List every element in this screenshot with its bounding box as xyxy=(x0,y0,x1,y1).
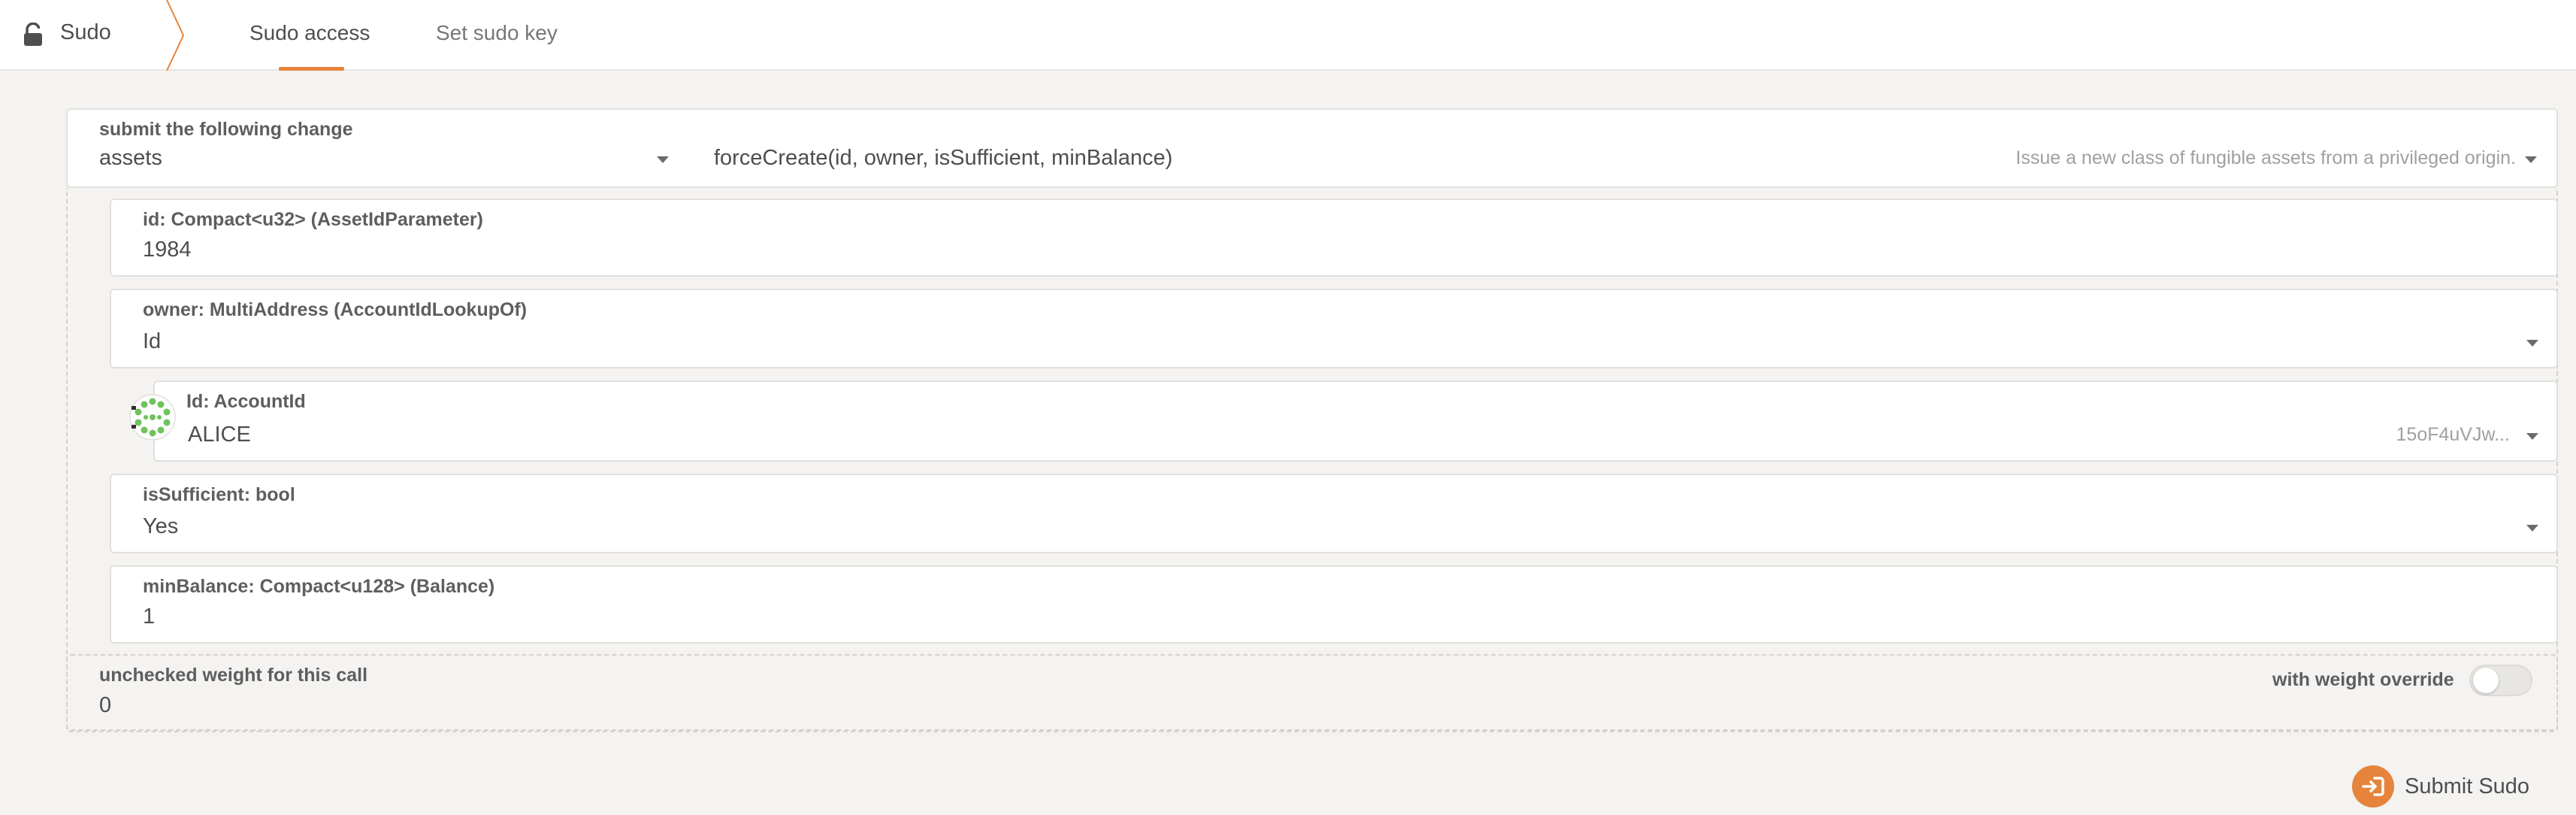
param-is-sufficient[interactable]: isSufficient: bool Yes xyxy=(110,474,2558,553)
param-owner[interactable]: owner: MultiAddress (AccountIdLookupOf) … xyxy=(110,289,2558,368)
submit-sudo-label: Submit Sudo xyxy=(2405,774,2530,798)
weight-value: 0 xyxy=(99,693,112,717)
param-min-balance-input[interactable]: 1 xyxy=(143,604,155,629)
chevron-down-icon xyxy=(657,156,669,163)
toggle-knob xyxy=(2473,668,2499,693)
sign-in-icon xyxy=(2352,765,2394,807)
chevron-down-icon xyxy=(2526,433,2538,440)
param-account-value: ALICE xyxy=(188,423,251,447)
brand: Sudo xyxy=(0,0,180,71)
param-id[interactable]: id: Compact<u32> (AssetIdParameter) 1984 xyxy=(110,198,2558,277)
tab-set-sudo-key[interactable]: Set sudo key xyxy=(436,21,558,45)
param-owner-label: owner: MultiAddress (AccountIdLookupOf) xyxy=(143,299,528,320)
brand-label: Sudo xyxy=(60,20,111,44)
param-is-sufficient-value: Yes xyxy=(143,514,179,538)
param-min-balance-label: minBalance: Compact<u128> (Balance) xyxy=(143,576,495,597)
method-dropdown[interactable]: forceCreate(id, owner, isSufficient, min… xyxy=(714,110,2556,186)
weight-override-label: with weight override xyxy=(2272,669,2454,690)
method-value: forceCreate(id, owner, isSufficient, min… xyxy=(714,146,1173,170)
method-description: Issue a new class of fungible assets fro… xyxy=(2015,147,2516,168)
tab-sudo-access[interactable]: Sudo access xyxy=(249,21,370,45)
weight-override-toggle[interactable] xyxy=(2469,665,2532,696)
call-selector: submit the following change assets force… xyxy=(66,108,2558,188)
param-is-sufficient-label: isSufficient: bool xyxy=(143,484,295,505)
param-min-balance[interactable]: minBalance: Compact<u128> (Balance) 1 xyxy=(110,565,2558,644)
param-account[interactable]: Id: AccountId ALICE 15oF4uVJw... xyxy=(153,380,2558,462)
breadcrumb-separator-icon xyxy=(166,0,185,71)
param-account-label: Id: AccountId xyxy=(186,391,306,412)
chevron-down-icon xyxy=(2526,525,2538,532)
pallet-value: assets xyxy=(99,146,162,170)
active-tab-indicator xyxy=(279,67,344,71)
lock-icon xyxy=(24,23,42,46)
param-id-input[interactable]: 1984 xyxy=(143,238,192,262)
param-id-label: id: Compact<u32> (AssetIdParameter) xyxy=(143,209,483,230)
param-owner-value: Id xyxy=(143,329,162,353)
account-identicon-icon xyxy=(129,394,176,441)
account-address: 15oF4uVJw... xyxy=(2396,424,2510,445)
pallet-dropdown[interactable]: assets xyxy=(68,110,676,186)
submit-sudo-button[interactable]: Submit Sudo xyxy=(2352,765,2540,807)
chevron-down-icon xyxy=(2525,156,2537,163)
weight-section: unchecked weight for this call 0 with we… xyxy=(66,654,2558,732)
weight-label: unchecked weight for this call xyxy=(99,665,368,686)
top-navigation: Sudo Sudo access Set sudo key xyxy=(0,0,2576,71)
chevron-down-icon xyxy=(2526,340,2538,347)
